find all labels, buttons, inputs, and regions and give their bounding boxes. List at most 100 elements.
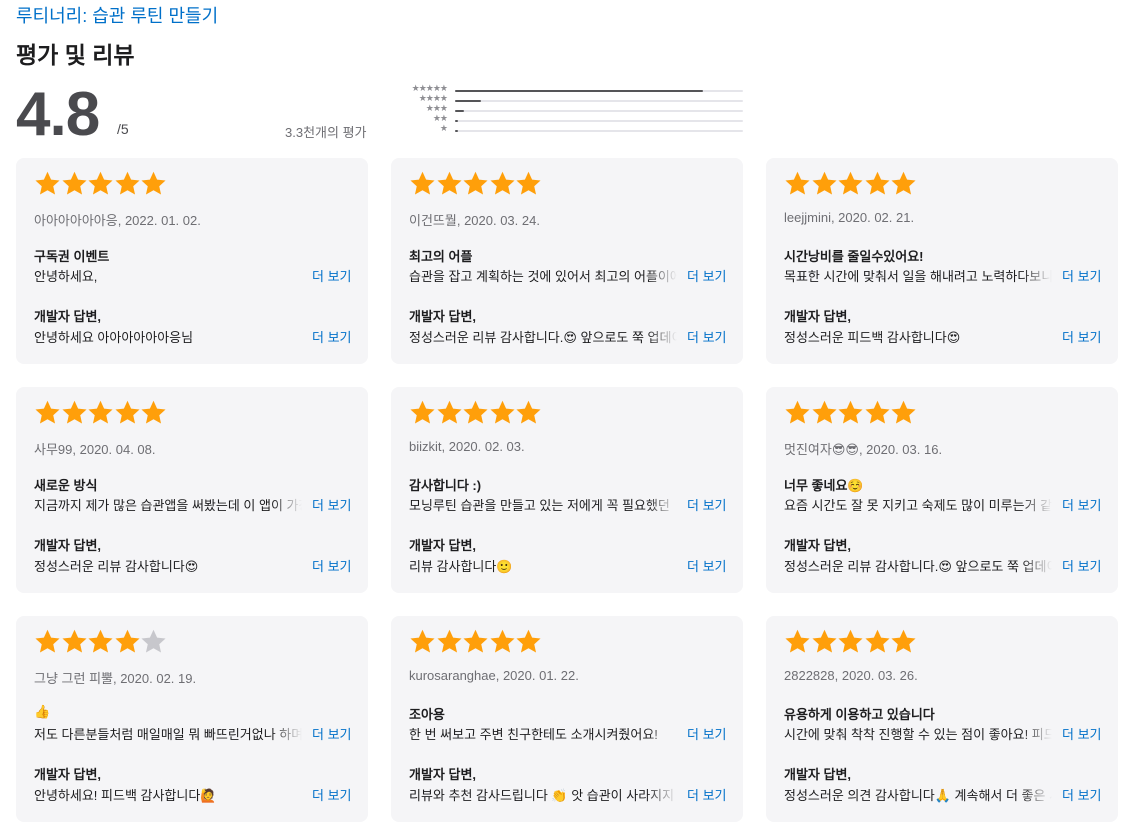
review-more-link[interactable]: 더 보기	[1062, 266, 1102, 285]
review-card: 그냥 그런 피뿔, 2020. 02. 19. 👍 저도 다른분들처럼 매일매일…	[16, 616, 368, 822]
star-filled-icon	[811, 399, 838, 427]
review-title: 감사합니다 :)	[409, 478, 482, 493]
star-filled-icon	[462, 170, 489, 198]
average-rating: 4.8	[16, 80, 100, 149]
review-card: 사무99, 2020. 04. 08. 새로운 방식 지금까지 제가 많은 습관…	[16, 387, 368, 593]
star-filled-icon	[811, 170, 838, 198]
developer-response-label: 개발자 답변,	[784, 309, 852, 324]
review-card: 아아아아아아응, 2022. 01. 02. 구독권 이벤트 안녕하세요, 더 …	[16, 158, 368, 364]
review-more-link[interactable]: 더 보기	[1062, 724, 1102, 743]
star-filled-icon	[864, 170, 891, 198]
review-author-date: 2822828, 2020. 03. 26.	[784, 668, 918, 683]
developer-response-text: 정성스러운 리뷰 감사합니다😍	[34, 556, 302, 575]
review-star-rating	[34, 170, 167, 200]
developer-response-text: 정성스러운 리뷰 감사합니다.😍 앞으로도 쭉 업데이트	[409, 327, 677, 346]
star-filled-icon	[515, 399, 542, 427]
histogram-bar	[455, 100, 481, 102]
review-title: 조아용	[409, 707, 445, 722]
histogram-stars-label: ★★	[432, 113, 448, 123]
histogram-stars-label: ★★★★★	[411, 83, 448, 93]
developer-response-more-link[interactable]: 더 보기	[312, 556, 352, 575]
star-filled-icon	[489, 399, 516, 427]
review-more-link[interactable]: 더 보기	[687, 266, 727, 285]
rating-scale: /5	[117, 121, 129, 137]
developer-response-label: 개발자 답변,	[34, 538, 102, 553]
review-author-date: 사무99, 2020. 04. 08.	[34, 442, 156, 457]
star-filled-icon	[890, 399, 917, 427]
histogram-track	[455, 130, 743, 132]
review-body: 지금까지 제가 많은 습관앱을 써봤는데 이 앱이 가장	[34, 495, 302, 514]
star-filled-icon	[34, 170, 61, 198]
developer-response-more-link[interactable]: 더 보기	[687, 327, 727, 346]
review-more-link[interactable]: 더 보기	[687, 495, 727, 514]
developer-response-text: 정성스러운 리뷰 감사합니다.😍 앞으로도 쭉 업데이트	[784, 556, 1052, 575]
star-filled-icon	[114, 170, 141, 198]
review-more-link[interactable]: 더 보기	[312, 724, 352, 743]
histogram-bar	[455, 120, 458, 122]
histogram-track	[455, 110, 743, 112]
star-filled-icon	[436, 170, 463, 198]
review-body: 한 번 써보고 주변 친구한테도 소개시켜줬어요!	[409, 724, 677, 743]
review-title: 구독권 이벤트	[34, 249, 110, 264]
histogram-row-1: ★	[385, 123, 745, 134]
review-body: 요즘 시간도 잘 못 지키고 숙제도 많이 미루는거 같아서	[784, 495, 1052, 514]
review-body: 모닝루틴 습관을 만들고 있는 저에게 꼭 필요했던	[409, 495, 677, 514]
ratings-reviews-heading: 평가 및 리뷰	[16, 42, 135, 68]
developer-response-more-link[interactable]: 더 보기	[312, 327, 352, 346]
review-title: 너무 좋네요☺️	[784, 478, 864, 493]
histogram-bar	[455, 110, 464, 112]
developer-response-text: 안녕하세요! 피드백 감사합니다🙋	[34, 785, 302, 804]
review-more-link[interactable]: 더 보기	[687, 724, 727, 743]
review-card: 2822828, 2020. 03. 26. 유용하게 이용하고 있습니다 시간…	[766, 616, 1118, 822]
developer-response-label: 개발자 답변,	[409, 538, 477, 553]
star-filled-icon	[784, 399, 811, 427]
app-title-link[interactable]: 루티너리: 습관 루틴 만들기	[16, 2, 218, 28]
review-title: 유용하게 이용하고 있습니다	[784, 707, 935, 722]
review-author-date: leejjmini, 2020. 02. 21.	[784, 210, 915, 225]
developer-response-more-link[interactable]: 더 보기	[312, 785, 352, 804]
developer-response-text: 정성스러운 피드백 감사합니다😍	[784, 327, 1052, 346]
review-author-date: kurosaranghae, 2020. 01. 22.	[409, 668, 579, 683]
developer-response-text: 정성스러운 의견 감사합니다🙏 계속해서 더 좋은 서비스	[784, 785, 1052, 804]
star-filled-icon	[462, 628, 489, 656]
review-star-rating	[34, 399, 167, 429]
developer-response-more-link[interactable]: 더 보기	[687, 556, 727, 575]
review-title: 최고의 어플	[409, 249, 473, 264]
developer-response-more-link[interactable]: 더 보기	[687, 785, 727, 804]
review-card: biizkit, 2020. 02. 03. 감사합니다 :) 모닝루틴 습관을…	[391, 387, 743, 593]
star-filled-icon	[864, 399, 891, 427]
star-filled-icon	[837, 399, 864, 427]
developer-response-label: 개발자 답변,	[409, 767, 477, 782]
star-filled-icon	[864, 628, 891, 656]
developer-response-more-link[interactable]: 더 보기	[1062, 327, 1102, 346]
star-filled-icon	[34, 399, 61, 427]
review-more-link[interactable]: 더 보기	[312, 266, 352, 285]
review-card: kurosaranghae, 2020. 01. 22. 조아용 한 번 써보고…	[391, 616, 743, 822]
star-filled-icon	[784, 170, 811, 198]
review-title: 👍	[34, 704, 51, 719]
star-filled-icon	[61, 399, 88, 427]
developer-response-label: 개발자 답변,	[784, 538, 852, 553]
star-filled-icon	[811, 628, 838, 656]
star-filled-icon	[140, 399, 167, 427]
review-star-rating	[34, 628, 167, 658]
review-body: 습관을 잡고 계획하는 것에 있어서 최고의 어플이에요	[409, 266, 677, 285]
star-filled-icon	[409, 399, 436, 427]
review-more-link[interactable]: 더 보기	[312, 495, 352, 514]
star-filled-icon	[409, 628, 436, 656]
rating-count: 3.3천개의 평가	[285, 125, 367, 140]
star-filled-icon	[890, 170, 917, 198]
star-filled-icon	[140, 170, 167, 198]
developer-response-more-link[interactable]: 더 보기	[1062, 556, 1102, 575]
review-card: leejjmini, 2020. 02. 21. 시간낭비를 줄일수있어요! 목…	[766, 158, 1118, 364]
star-filled-icon	[462, 399, 489, 427]
developer-response-more-link[interactable]: 더 보기	[1062, 785, 1102, 804]
developer-response-text: 리뷰와 추천 감사드립니다 👏 앗 습관이 사라지지 않도록	[409, 785, 677, 804]
review-star-rating	[784, 170, 917, 200]
developer-response-text: 리뷰 감사합니다🙂	[409, 556, 677, 575]
histogram-bar	[455, 90, 703, 92]
star-empty-icon	[140, 628, 167, 656]
star-filled-icon	[436, 628, 463, 656]
review-more-link[interactable]: 더 보기	[1062, 495, 1102, 514]
star-filled-icon	[515, 628, 542, 656]
